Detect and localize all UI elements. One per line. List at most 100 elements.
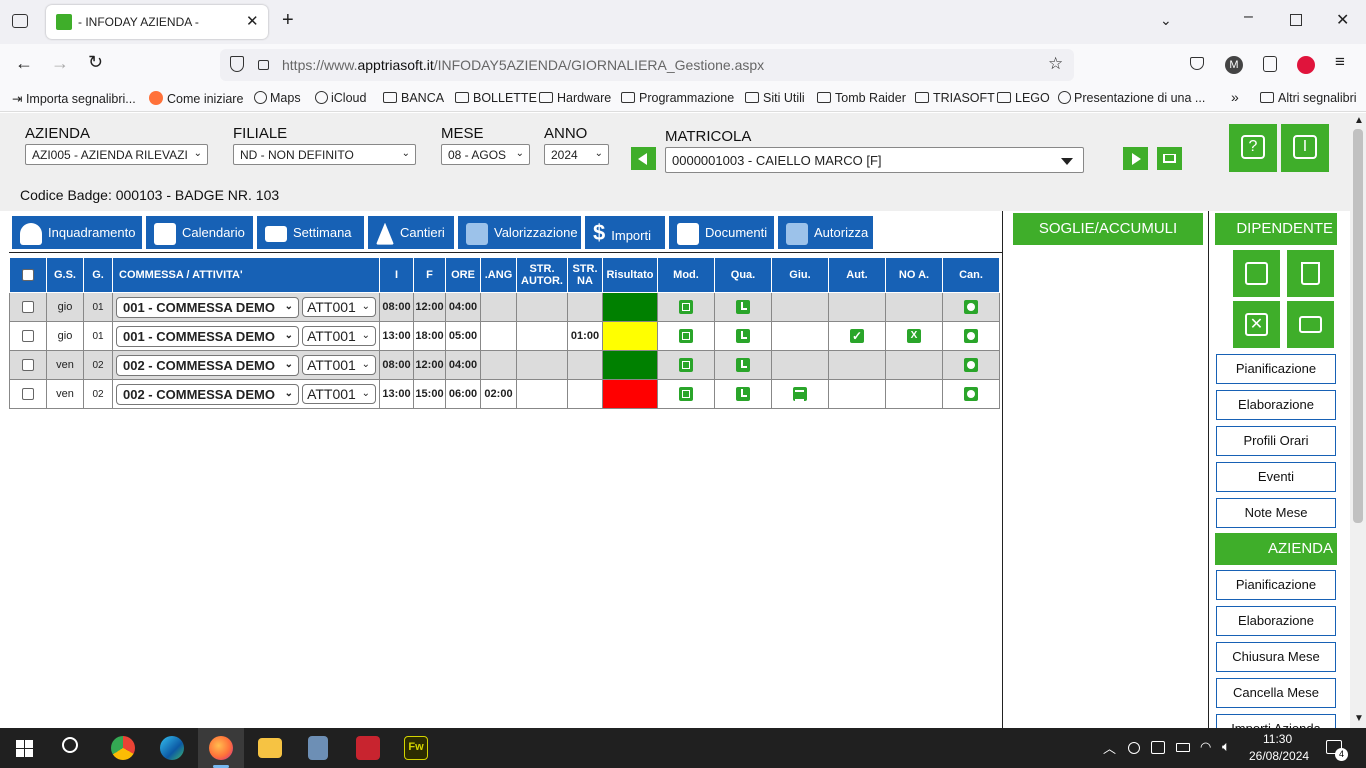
row-checkbox[interactable] [22,359,34,372]
reload-icon[interactable]: ↻ [88,52,103,73]
bookmark-star-icon[interactable]: ☆ [1048,54,1063,74]
scrollbar-thumb[interactable] [1353,129,1363,523]
tray-meet-icon[interactable] [1128,742,1140,754]
clock-icon[interactable] [736,329,750,343]
tab-settimana[interactable]: Settimana [257,216,364,249]
bookmark-item[interactable]: Presentazione di una ... [1058,91,1205,105]
tab-calendario[interactable]: Calendario [146,216,253,249]
row-checkbox[interactable] [22,388,34,401]
save-button[interactable] [1233,250,1280,297]
attivita-select[interactable]: ATT001 ⌄ [302,355,377,375]
cancel-circle-icon[interactable] [964,329,978,343]
attivita-select[interactable]: ATT001 ⌄ [302,384,377,404]
tab-overview-icon[interactable] [12,14,28,28]
x-icon[interactable]: X [907,329,921,343]
forward-icon[interactable]: → [51,53,69,74]
bookmark-item[interactable]: Tomb Raider [817,91,906,105]
cancel-circle-icon[interactable] [964,300,978,314]
windows-start-icon[interactable] [16,740,33,757]
back-icon[interactable]: ← [15,53,33,74]
bookmark-item[interactable]: Come iniziare [149,91,243,106]
attivita-select[interactable]: ATT001 ⌄ [302,326,377,346]
matricola-select[interactable]: 0000001003 - CAIELLO MARCO [F] [665,147,1084,173]
tray-app-icon[interactable] [1151,741,1165,754]
new-tab-icon[interactable]: + [282,9,294,32]
modify-icon[interactable] [679,358,693,372]
close-window-icon[interactable]: ✕ [1336,10,1349,30]
clock-date[interactable]: 26/08/2024 [1249,749,1309,763]
bookmark-item[interactable]: Programmazione [621,91,734,105]
file-explorer-icon[interactable] [258,738,282,758]
menu-icon[interactable]: ≡ [1335,52,1345,72]
info-button[interactable]: I [1281,124,1329,172]
eventi-button[interactable]: Eventi [1216,462,1336,492]
help-button[interactable]: ? [1229,124,1277,172]
extensions-icon[interactable] [1263,56,1277,72]
commessa-select[interactable]: 001 - COMMESSA DEMO ⌄ [116,325,299,347]
next-matricola-button[interactable] [1123,147,1148,170]
tab-autorizza[interactable]: Autorizza [778,216,873,249]
fireworks-icon[interactable]: Fw [404,736,428,760]
chiusura-mese-button[interactable]: Chiusura Mese [1216,642,1336,672]
az-pianificazione-button[interactable]: Pianificazione [1216,570,1336,600]
bookmark-item[interactable]: LEGO [997,91,1050,105]
shield-icon[interactable] [230,56,244,72]
edge-icon[interactable] [160,736,184,760]
dip-pianificazione-button[interactable]: Pianificazione [1216,354,1336,384]
modify-icon[interactable] [679,300,693,314]
commessa-select[interactable]: 002 - COMMESSA DEMO ⌄ [116,354,299,376]
minimize-icon[interactable]: – [1244,8,1253,26]
modify-icon[interactable] [679,329,693,343]
cancella-mese-button[interactable]: Cancella Mese [1216,678,1336,708]
url-text[interactable]: https://www.apptriasoft.it/INFODAY5AZIEN… [282,57,764,73]
chrome-icon[interactable] [111,736,135,760]
row-checkbox[interactable] [22,301,34,314]
bookmark-item[interactable]: Maps [254,91,301,105]
account-avatar[interactable]: M [1225,56,1243,74]
scroll-up-icon[interactable]: ▲ [1354,115,1364,126]
anno-select[interactable]: 2024 ⌄ [544,144,609,165]
tab-close-icon[interactable]: ✕ [246,12,259,30]
search-icon[interactable] [62,737,78,753]
cancel-circle-icon[interactable] [964,387,978,401]
tab-valorizzazione[interactable]: Valorizzazione [458,216,581,249]
tab-inquadramento[interactable]: Inquadramento [12,216,142,249]
prev-matricola-button[interactable] [631,147,656,170]
tray-chevron-icon[interactable]: ︿ [1103,738,1116,757]
restore-icon[interactable] [1290,14,1302,26]
bookmark-item[interactable]: BANCA [383,91,444,105]
azienda-select[interactable]: AZI005 - AZIENDA RILEVAZI ⌄ [25,144,208,165]
bookmark-item[interactable]: BOLLETTE [455,91,537,105]
select-all-checkbox[interactable] [22,269,34,282]
clock-time[interactable]: 11:30 [1263,732,1292,746]
checkmark-icon[interactable]: ✓ [850,329,864,343]
importi-azienda-button[interactable]: Importi Azienda [1216,714,1336,728]
print-button[interactable] [1287,301,1334,348]
clock-icon[interactable] [736,387,750,401]
profili-orari-button[interactable]: Profili Orari [1216,426,1336,456]
filiale-select[interactable]: ND - NON DEFINITO ⌄ [233,144,416,165]
other-bookmarks[interactable]: Altri segnalibri [1260,91,1357,105]
attivita-select[interactable]: ATT001 ⌄ [302,297,377,317]
page-scrollbar[interactable]: ▲ ▼ [1350,113,1366,728]
scroll-down-icon[interactable]: ▼ [1354,713,1364,724]
lock-icon[interactable] [258,60,269,70]
more-bookmarks-icon[interactable]: » [1231,89,1239,105]
extension-m-icon[interactable] [1297,56,1315,74]
tab-list-chevron-icon[interactable]: ⌄ [1160,12,1172,29]
tab-documenti[interactable]: Documenti [669,216,774,249]
soglie-accumuli-header[interactable]: SOGLIE/ACCUMULI [1013,213,1203,245]
bookmark-item[interactable]: TRIASOFT [915,91,995,105]
row-checkbox[interactable] [22,330,34,343]
bookmark-item[interactable]: Siti Utili [745,91,805,105]
commessa-select[interactable]: 001 - COMMESSA DEMO ⌄ [116,296,299,318]
app-red-icon[interactable] [356,736,380,760]
bookmark-item[interactable]: ⇥ Importa segnalibri... [12,91,136,106]
open-book-button[interactable] [1157,147,1182,170]
volume-icon[interactable]: 🔈︎ [1222,738,1230,755]
clock-icon[interactable] [736,358,750,372]
battery-icon[interactable] [1176,743,1190,752]
calculator-icon[interactable] [308,736,328,760]
bookmark-item[interactable]: iCloud [315,91,366,105]
mese-select[interactable]: 08 - AGOS ⌄ [441,144,530,165]
